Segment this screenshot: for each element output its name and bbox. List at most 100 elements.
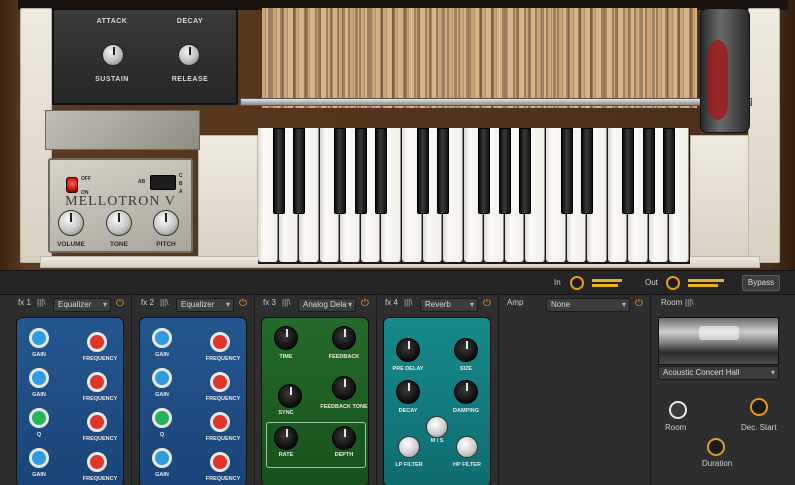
out-label: Out	[645, 278, 658, 287]
gain-knob[interactable]	[152, 368, 172, 388]
fx2-power-icon[interactable]: ⏻	[237, 298, 249, 310]
tape-strip	[503, 8, 507, 108]
black-key[interactable]	[375, 128, 388, 214]
pitch-knob[interactable]	[153, 210, 179, 236]
black-key[interactable]	[581, 128, 594, 214]
black-key[interactable]	[437, 128, 450, 214]
black-key[interactable]	[663, 128, 676, 214]
fx3-effect-dropdown[interactable]: Analog Dela	[298, 298, 356, 312]
time-knob[interactable]	[274, 326, 298, 350]
gain-knob[interactable]	[152, 448, 172, 468]
black-key[interactable]	[642, 128, 655, 214]
keyboard[interactable]	[258, 128, 690, 264]
volume-label: VOLUME	[57, 241, 85, 248]
black-key[interactable]	[354, 128, 367, 214]
bypass-button[interactable]: Bypass	[742, 275, 780, 291]
tape-strip	[354, 8, 358, 108]
frequency-knob[interactable]	[87, 452, 107, 472]
amp-power-icon[interactable]: ⏻	[633, 298, 645, 310]
hp-filter-knob[interactable]	[456, 436, 478, 458]
gain-knob[interactable]	[29, 328, 49, 348]
fx4-power-icon[interactable]: ⏻	[481, 298, 493, 310]
pre-delay-knob[interactable]	[396, 338, 420, 362]
tape-strip	[602, 8, 606, 108]
black-key[interactable]	[498, 128, 511, 214]
frequency-knob[interactable]	[210, 372, 230, 392]
dec-start-knob[interactable]	[750, 398, 768, 416]
black-key[interactable]	[334, 128, 347, 214]
lp-filter-knob[interactable]	[398, 436, 420, 458]
envelope-panel: ATTACK DECAY SUSTAIN RELEASE	[52, 8, 238, 105]
damping-knob[interactable]	[454, 380, 478, 404]
right-cabinet	[748, 8, 780, 263]
decay-knob[interactable]	[178, 44, 200, 66]
fx-rack: In Out Bypass fx 1 |||\ Equalizer ⏻ fx 2…	[0, 270, 795, 485]
rate-knob[interactable]	[274, 426, 298, 450]
black-key[interactable]	[272, 128, 285, 214]
room-preset-dropdown[interactable]: Acoustic Concert Hall	[658, 366, 779, 380]
sync-switch[interactable]	[278, 384, 302, 408]
input-gain-knob[interactable]	[570, 276, 584, 290]
fx1-effect-dropdown[interactable]: Equalizer	[53, 298, 111, 312]
frequency-knob[interactable]	[87, 372, 107, 392]
frequency-knob[interactable]	[210, 332, 230, 352]
decay-knob[interactable]	[396, 380, 420, 404]
fx-param-label: GAIN	[155, 352, 169, 358]
input-meter-top	[592, 279, 622, 282]
fx-param-label: SIZE	[459, 366, 473, 372]
volume-knob[interactable]	[58, 210, 84, 236]
fx3-power-icon[interactable]: ⏻	[359, 298, 371, 310]
tape-strip	[565, 8, 569, 108]
black-key[interactable]	[293, 128, 306, 214]
room-label: Room	[661, 298, 683, 307]
output-meter-bottom	[688, 284, 718, 287]
room-knob-label: Room	[665, 423, 687, 432]
gain-knob[interactable]	[29, 368, 49, 388]
gain-knob[interactable]	[29, 408, 49, 428]
attack-knob[interactable]	[102, 44, 124, 66]
fx-param-label: HP FILTER	[453, 462, 481, 468]
black-key[interactable]	[478, 128, 491, 214]
black-key[interactable]	[560, 128, 573, 214]
frequency-knob[interactable]	[210, 412, 230, 432]
fx2-equalizer-panel: GAIN FREQUENCY GAIN FREQUENCY Q FREQUENCY GAIN…	[139, 317, 247, 485]
fx1-power-icon[interactable]: ⏻	[114, 298, 126, 310]
fx-param-label: Q	[159, 432, 165, 438]
depth-knob[interactable]	[332, 426, 356, 450]
frequency-knob[interactable]	[87, 332, 107, 352]
size-knob[interactable]	[454, 338, 478, 362]
amp-dropdown[interactable]: None	[546, 298, 630, 312]
fx-param-label: DECAY	[398, 408, 418, 414]
black-key[interactable]	[519, 128, 532, 214]
gain-knob[interactable]	[152, 408, 172, 428]
duration-knob[interactable]	[707, 438, 725, 456]
feedback-tone-knob[interactable]	[332, 376, 356, 400]
fx-param-label: GAIN	[32, 352, 46, 358]
black-key[interactable]	[416, 128, 429, 214]
gain-knob[interactable]	[29, 448, 49, 468]
feedback-knob[interactable]	[332, 326, 356, 350]
power-switch[interactable]	[66, 177, 78, 193]
left-key-block	[198, 135, 258, 263]
gain-knob[interactable]	[152, 328, 172, 348]
slot-divider	[498, 295, 499, 485]
ms-knob[interactable]	[426, 416, 448, 438]
fx-param-label: FREQUENCY	[82, 356, 118, 362]
fx3-analog-delay-panel: TIME FEEDBACK SYNC FEEDBACK TONE RATE DEPTH	[261, 317, 369, 485]
fx2-effect-dropdown[interactable]: Equalizer	[176, 298, 234, 312]
fx1-equalizer-panel: GAIN FREQUENCY GAIN FREQUENCY Q FREQUENCY GAIN…	[16, 317, 124, 485]
fx4-effect-dropdown[interactable]: Reverb	[420, 298, 478, 312]
tape-strip	[553, 8, 557, 108]
right-key-block	[690, 135, 750, 263]
tape-strip	[689, 8, 693, 108]
sustain-label: SUSTAIN	[95, 76, 129, 83]
tape-strip	[664, 8, 668, 108]
frequency-knob[interactable]	[87, 412, 107, 432]
room-knob[interactable]	[669, 401, 687, 419]
tone-knob[interactable]	[106, 210, 132, 236]
output-gain-knob[interactable]	[666, 276, 680, 290]
sound-selector-switch[interactable]	[150, 175, 176, 190]
frequency-knob[interactable]	[210, 452, 230, 472]
black-key[interactable]	[622, 128, 635, 214]
tape-strip	[640, 8, 643, 108]
